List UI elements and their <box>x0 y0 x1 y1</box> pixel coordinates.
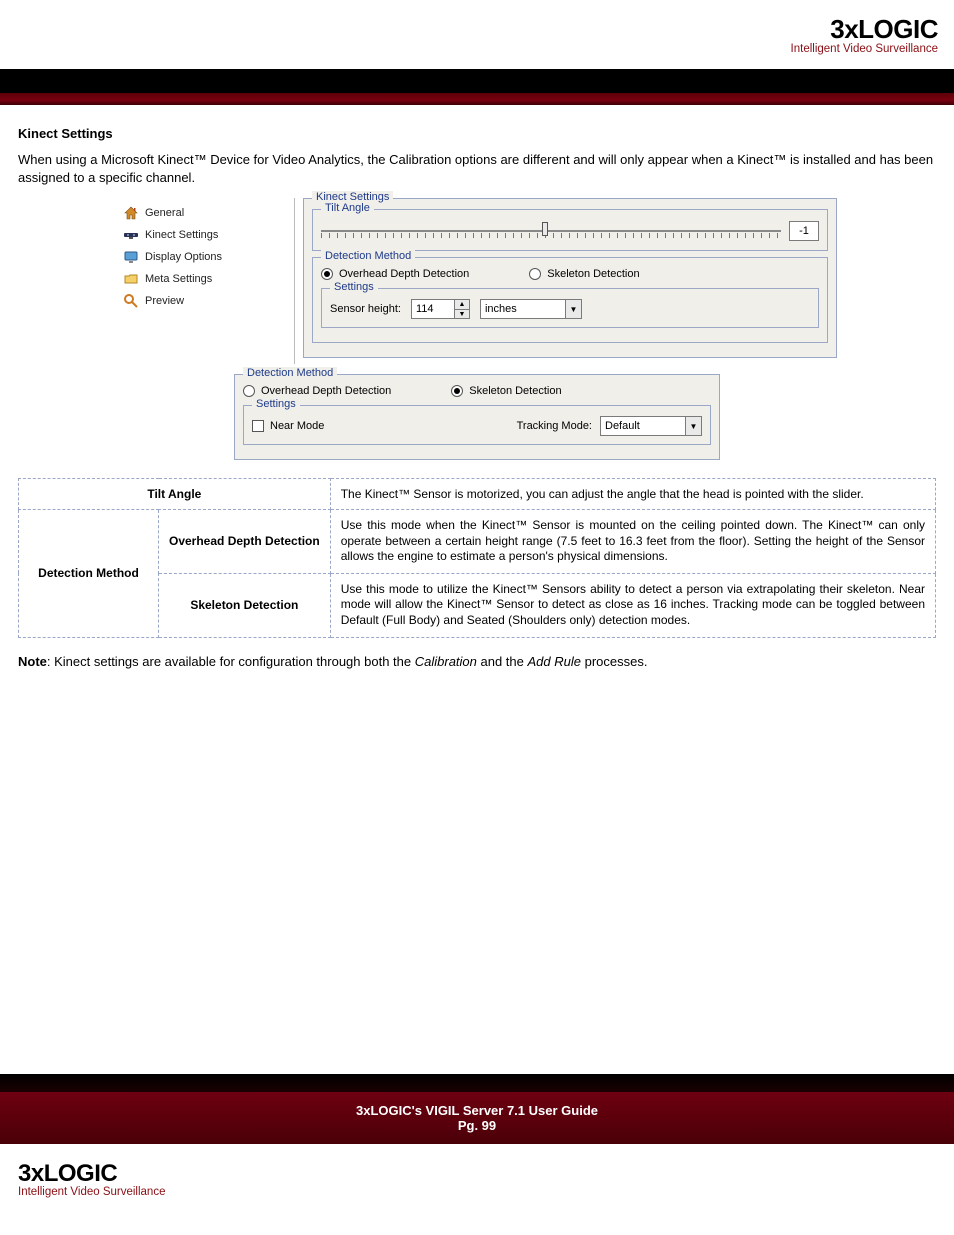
kinect-settings-group: Kinect Settings Tilt Angle -1 Detecti <box>303 198 837 358</box>
checkbox-icon <box>252 420 264 432</box>
note-paragraph: Note: Kinect settings are available for … <box>18 654 936 669</box>
header-band-dark <box>0 69 954 93</box>
near-mode-checkbox[interactable]: Near Mode <box>252 420 324 432</box>
footer-page: Pg. 99 <box>458 1118 496 1133</box>
tracking-mode-combo[interactable]: Default ▼ <box>600 416 702 436</box>
brand-tagline-footer: Intelligent Video Surveillance <box>18 1186 165 1198</box>
note-em-1: Calibration <box>415 654 477 669</box>
radio-icon <box>243 385 255 397</box>
chevron-up-icon[interactable]: ▲ <box>455 300 469 309</box>
settings-tree: General Kinect Settings Display Options <box>117 198 295 364</box>
tree-label-display: Display Options <box>145 251 222 263</box>
brand-3: 3 <box>830 14 844 44</box>
intro-paragraph: When using a Microsoft Kinect™ Device fo… <box>18 151 936 186</box>
footer-title: 3xLOGIC's VIGIL Server 7.1 User Guide <box>356 1103 598 1118</box>
chevron-down-icon[interactable]: ▼ <box>566 299 582 319</box>
section-title: Kinect Settings <box>18 126 936 141</box>
overhead-radio-label-1: Overhead Depth Detection <box>339 268 469 280</box>
note-em-2: Add Rule <box>528 654 581 669</box>
tree-item-meta[interactable]: Meta Settings <box>119 268 294 290</box>
row2b-desc: Use this mode to utilize the Kinect™ Sen… <box>330 573 935 637</box>
skeleton-radio-label-1: Skeleton Detection <box>547 268 639 280</box>
settings-legend-1: Settings <box>330 281 378 293</box>
chevron-down-icon[interactable]: ▼ <box>455 309 469 318</box>
note-text-1: : Kinect settings are available for conf… <box>47 654 415 669</box>
note-text-3: processes. <box>581 654 647 669</box>
settings-group-1: Settings Sensor height: 114 ▲▼ inches ▼ <box>321 288 819 328</box>
overhead-radio-label-2: Overhead Depth Detection <box>261 385 391 397</box>
row2-heading: Detection Method <box>19 510 159 638</box>
tree-label-meta: Meta Settings <box>145 273 212 285</box>
spinner-buttons[interactable]: ▲▼ <box>455 299 470 319</box>
settings-group-2: Settings Near Mode Tracking Mode: Defaul… <box>243 405 711 445</box>
note-text-2: and the <box>477 654 528 669</box>
tree-item-preview[interactable]: Preview <box>119 290 294 312</box>
skeleton-radio-2[interactable]: Skeleton Detection <box>451 385 561 397</box>
tree-item-general[interactable]: General <box>119 202 294 224</box>
radio-icon <box>529 268 541 280</box>
tree-label-kinect: Kinect Settings <box>145 229 218 241</box>
row2a-heading: Overhead Depth Detection <box>159 510 331 574</box>
kinect-icon <box>123 227 139 243</box>
brand-tagline: Intelligent Video Surveillance <box>791 43 938 55</box>
home-icon <box>123 205 139 221</box>
settings-description-table: Tilt Angle The Kinect™ Sensor is motoriz… <box>18 478 936 638</box>
brand-footer: 3xLOGIC Intelligent Video Surveillance <box>18 1160 165 1198</box>
radio-icon <box>451 385 463 397</box>
skeleton-radio-label-2: Skeleton Detection <box>469 385 561 397</box>
kinect-settings-screenshot-1: General Kinect Settings Display Options <box>117 198 837 364</box>
header-band-red <box>0 93 954 105</box>
detection-method-group-1: Detection Method Overhead Depth Detectio… <box>312 257 828 343</box>
tree-label-preview: Preview <box>145 295 184 307</box>
radio-icon <box>321 268 333 280</box>
page-footer: 3xLOGIC's VIGIL Server 7.1 User Guide Pg… <box>0 1074 954 1144</box>
sensor-height-spinner[interactable]: 114 ▲▼ <box>411 299 470 319</box>
overhead-radio-1[interactable]: Overhead Depth Detection <box>321 268 469 280</box>
tree-item-kinect[interactable]: Kinect Settings <box>119 224 294 246</box>
tilt-angle-slider[interactable] <box>321 224 781 238</box>
tracking-mode-label: Tracking Mode: <box>517 420 592 432</box>
note-label: Note <box>18 654 47 669</box>
brand-logic: LOGIC <box>858 14 938 44</box>
overhead-radio-2[interactable]: Overhead Depth Detection <box>243 385 391 397</box>
detection-method-legend-1: Detection Method <box>321 250 415 262</box>
brand-logo-text-footer: 3xLOGIC <box>18 1160 165 1188</box>
near-mode-label: Near Mode <box>270 420 324 432</box>
detection-method-legend-2: Detection Method <box>243 367 337 379</box>
search-icon <box>123 293 139 309</box>
brand-logo-text: 3xLOGIC <box>791 14 938 45</box>
brand-header: 3xLOGIC Intelligent Video Surveillance <box>791 14 938 55</box>
row1-desc: The Kinect™ Sensor is motorized, you can… <box>330 479 935 510</box>
monitor-icon <box>123 249 139 265</box>
units-combo[interactable]: inches ▼ <box>480 299 582 319</box>
tilt-angle-legend: Tilt Angle <box>321 202 374 214</box>
settings-legend-2: Settings <box>252 398 300 410</box>
units-value: inches <box>480 299 566 319</box>
chevron-down-icon[interactable]: ▼ <box>686 416 702 436</box>
detection-method-group-2: Detection Method Overhead Depth Detectio… <box>234 374 720 460</box>
row2a-desc: Use this mode when the Kinect™ Sensor is… <box>330 510 935 574</box>
tilt-angle-group: Tilt Angle -1 <box>312 209 828 251</box>
skeleton-radio-1[interactable]: Skeleton Detection <box>529 268 639 280</box>
tracking-mode-value: Default <box>600 416 686 436</box>
tree-label-general: General <box>145 207 184 219</box>
tree-item-display[interactable]: Display Options <box>119 246 294 268</box>
folder-icon <box>123 271 139 287</box>
sensor-height-value[interactable]: 114 <box>411 299 455 319</box>
row1-heading: Tilt Angle <box>19 479 331 510</box>
brand-x: x <box>844 14 858 44</box>
row2b-heading: Skeleton Detection <box>159 573 331 637</box>
sensor-height-label: Sensor height: <box>330 303 401 315</box>
tilt-angle-value: -1 <box>789 221 819 241</box>
